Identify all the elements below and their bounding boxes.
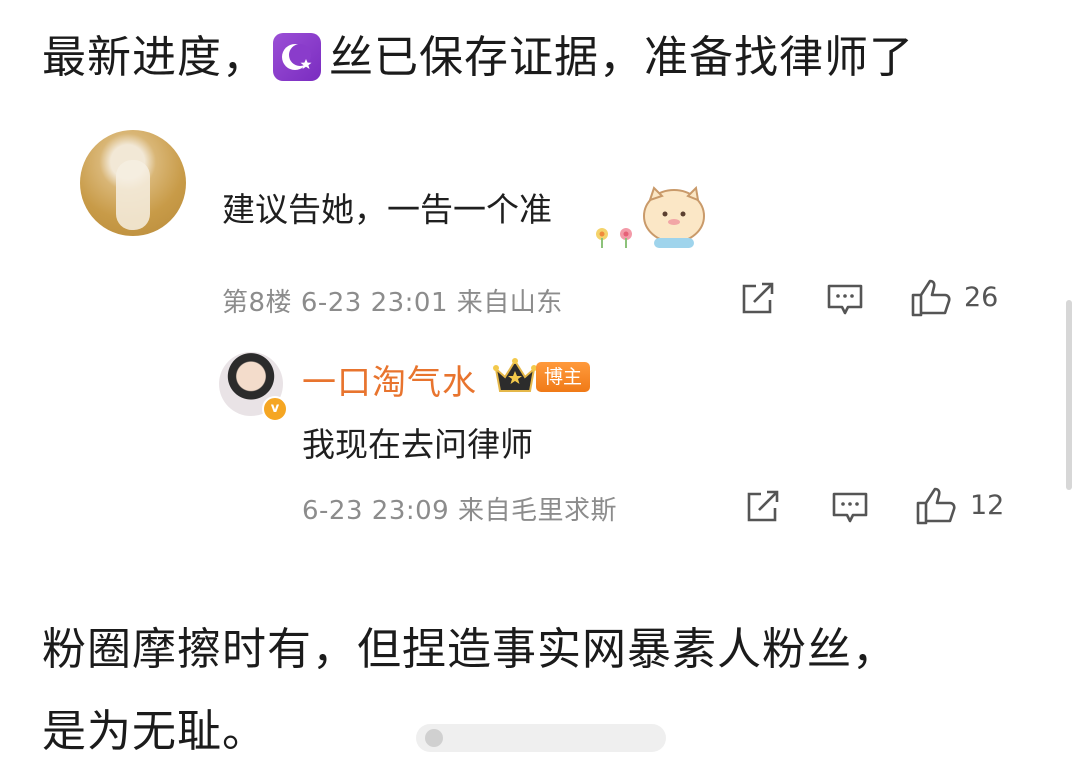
- cat-sticker-icon: [590, 185, 708, 256]
- reply-time: 6-23 23:09: [302, 496, 450, 526]
- comment-icon[interactable]: [831, 491, 869, 529]
- post-text-line-3: 是为无耻。: [42, 706, 267, 757]
- reply-meta: 6-23 23:09 来自毛里求斯: [302, 490, 617, 527]
- scrollbar[interactable]: [1066, 300, 1072, 490]
- like-icon[interactable]: [915, 486, 957, 530]
- post-text-line-1: 最新进度， 丝已保存证据，准备找律师了: [42, 28, 914, 88]
- post-text-part-1: 最新进度，: [42, 32, 267, 83]
- crown-icon: [492, 357, 538, 399]
- reply-author-name[interactable]: 一口淘气水: [302, 355, 477, 404]
- commenter-avatar[interactable]: [80, 130, 186, 236]
- like-icon[interactable]: [910, 278, 952, 322]
- like-count: 26: [964, 282, 999, 313]
- share-icon[interactable]: [745, 490, 781, 528]
- watermark: [416, 720, 666, 760]
- moon-star-emoji-icon: [273, 33, 321, 81]
- post-text-line-2: 粉圈摩擦时有，但捏造事实网暴素人粉丝，: [42, 624, 897, 675]
- comment-time: 6-23 23:01: [300, 288, 449, 318]
- comment-text: 建议告她，一告一个准: [222, 190, 552, 229]
- comment-meta: 第8楼 6-23 23:01 来自山东: [222, 282, 563, 319]
- post-text-part-2: 丝已保存证据，准备找律师了: [329, 32, 914, 83]
- reply-location: 来自毛里求斯: [457, 496, 617, 526]
- author-badge: 博主: [536, 362, 591, 392]
- reply-text: 我现在去问律师: [302, 425, 533, 464]
- comment-location: 来自山东: [456, 288, 563, 318]
- comment-icon[interactable]: [826, 283, 864, 321]
- share-icon[interactable]: [740, 282, 776, 320]
- verified-badge-icon: v: [262, 396, 288, 422]
- comment-floor: 第8楼: [222, 288, 293, 318]
- like-count: 12: [970, 490, 1005, 521]
